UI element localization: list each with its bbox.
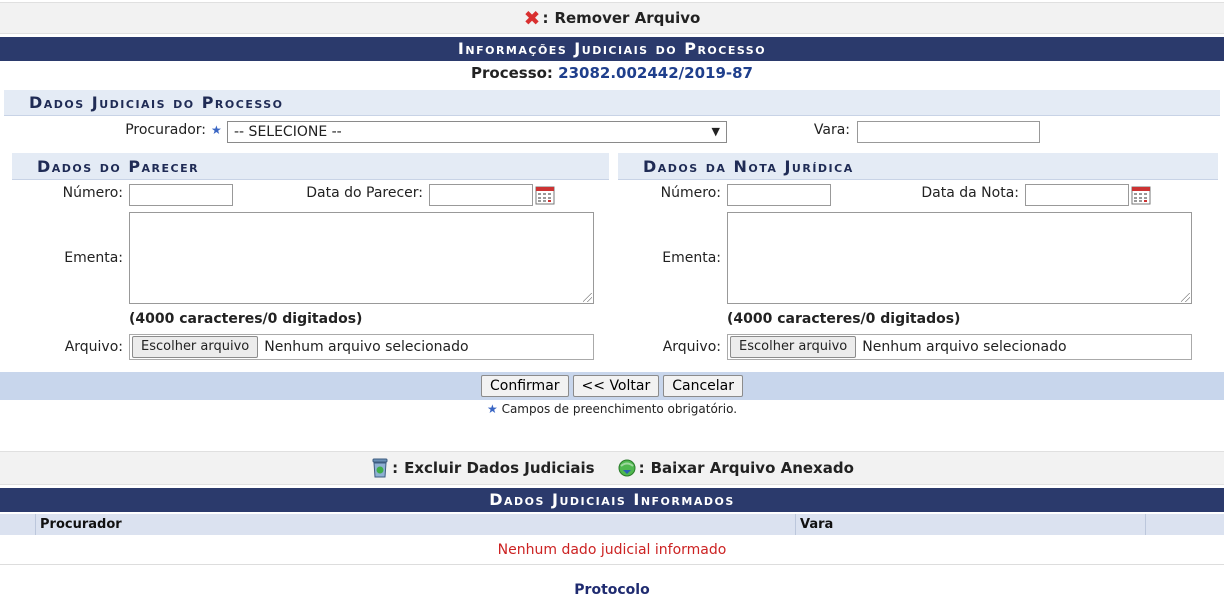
nota-char-counter: (4000 caracteres/0 digitados) [727,311,961,327]
parecer-data-input[interactable] [429,184,533,206]
parecer-file-input[interactable]: Escolher arquivo Nenhum arquivo selecion… [129,334,594,360]
parecer-file-status: Nenhum arquivo selecionado [264,339,469,355]
legend-bar-bottom: : Excluir Dados Judiciais : Baixar Arqui… [0,451,1224,485]
resize-grip-icon[interactable] [583,293,592,302]
legend-separator: : [638,459,645,477]
download-globe-icon [618,459,636,477]
nota-choose-file-button[interactable]: Escolher arquivo [730,336,857,358]
legend-remove-file-label: Remover Arquivo [554,9,701,27]
red-x-icon: ✖ [523,6,541,30]
confirm-button[interactable]: Confirmar [481,375,569,397]
table-empty-message: Nenhum dado judicial informado [0,536,1224,565]
nota-data-input[interactable] [1025,184,1129,206]
section-nota: Dados da Nota Jurídica [618,153,1218,180]
required-star-icon: ★ [486,402,498,416]
nota-ementa-label: Ementa: [662,250,721,266]
back-button[interactable]: << Voltar [572,375,660,397]
processo-number: 23082.002442/2019-87 [558,64,753,82]
cancel-button[interactable]: Cancelar [663,375,743,397]
nota-numero-input[interactable] [727,184,831,206]
main-header: Informações Judiciais do Processo [0,37,1224,61]
nota-arquivo-label: Arquivo: [662,339,721,355]
parecer-data-label: Data do Parecer: [306,185,423,201]
nota-file-status: Nenhum arquivo selecionado [862,339,1067,355]
required-note: ★ Campos de preenchimento obrigatório. [0,402,1224,416]
legend-separator: : [392,459,399,477]
required-star-icon: ★ [211,123,222,137]
table-col-actions [1146,514,1224,535]
parecer-ementa-textarea[interactable] [129,212,594,304]
table-col-vara: Vara [796,514,1146,535]
trash-icon [372,458,388,478]
legend-download-label: Baixar Arquivo Anexado [650,459,854,477]
nota-file-input[interactable]: Escolher arquivo Nenhum arquivo selecion… [727,334,1192,360]
legend-delete: : Excluir Dados Judiciais [370,457,595,479]
legend-bar-top: ✖ : Remover Arquivo [0,2,1224,34]
parecer-arquivo-label: Arquivo: [64,339,123,355]
procurador-select[interactable]: -- SELECIONE -- ▼ [227,121,727,143]
nota-data-label: Data da Nota: [921,185,1019,201]
parecer-ementa-label: Ementa: [64,250,123,266]
legend-separator: : [542,9,549,27]
table-col-procurador: Procurador [36,514,796,535]
legend-delete-label: Excluir Dados Judiciais [404,459,595,477]
procurador-selected-value: -- SELECIONE -- [234,124,342,140]
section-parecer: Dados do Parecer [12,153,609,180]
parecer-numero-input[interactable] [129,184,233,206]
nota-numero-label: Número: [660,185,721,201]
vara-label: Vara: [813,122,850,138]
procurador-label: Procurador: [125,122,206,138]
nota-ementa-textarea[interactable] [727,212,1192,304]
form-button-bar: Confirmar << Voltar Cancelar [0,372,1224,400]
parecer-numero-label: Número: [62,185,123,201]
calendar-icon[interactable] [1131,185,1151,205]
processo-line: Processo: 23082.002442/2019-87 [0,64,1224,82]
table-col-spacer [0,514,36,535]
dropdown-arrow-icon: ▼ [711,125,720,138]
resize-grip-icon[interactable] [1181,293,1190,302]
parecer-choose-file-button[interactable]: Escolher arquivo [132,336,259,358]
legend-download: : Baixar Arquivo Anexado [617,458,854,478]
legend-remove-file: ✖ : Remover Arquivo [524,8,701,28]
section-dados-judiciais: Dados Judiciais do Processo [4,90,1220,116]
vara-input[interactable] [857,121,1040,143]
processo-label: Processo: [471,64,553,82]
parecer-char-counter: (4000 caracteres/0 digitados) [129,311,363,327]
table-header: Dados Judiciais Informados [0,488,1224,512]
protocolo-link[interactable]: Protocolo [0,582,1224,598]
calendar-icon[interactable] [535,185,555,205]
required-note-text: Campos de preenchimento obrigatório. [501,402,738,416]
